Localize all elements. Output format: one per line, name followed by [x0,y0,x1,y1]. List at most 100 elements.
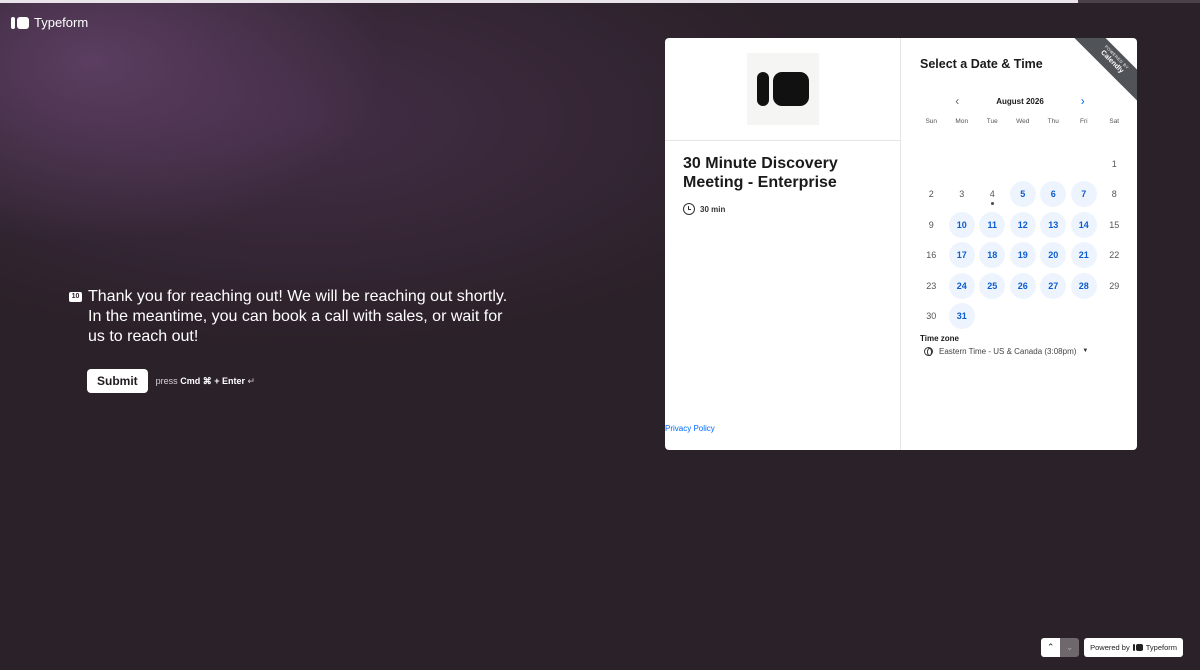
available-day[interactable]: 28 [1069,271,1100,302]
clock-icon [683,203,695,215]
unavailable-day: 8 [1099,179,1130,210]
available-day[interactable]: 10 [947,210,978,241]
day-number: 19 [1009,242,1036,269]
event-details-panel: 30 Minute Discovery Meeting - Enterprise… [665,38,901,450]
previous-month-icon[interactable]: ‹ [950,94,964,108]
available-day[interactable]: 31 [947,301,978,332]
day-number: 22 [1109,250,1120,261]
day-number: 15 [1109,219,1120,230]
unavailable-day: 30 [916,301,947,332]
calendly-widget: 30 Minute Discovery Meeting - Enterprise… [665,38,1137,450]
available-day[interactable]: 17 [947,240,978,271]
available-day[interactable]: 5 [1008,179,1039,210]
brand-name: Typeform [34,15,89,30]
available-day[interactable]: 11 [977,210,1008,241]
company-logo-icon [746,53,819,125]
available-day[interactable]: 26 [1008,271,1039,302]
day-number: 4 [989,189,995,200]
unavailable-day: 9 [916,210,947,241]
weekday-header: Fri [1079,118,1088,125]
day-number: 10 [948,211,975,238]
day-number: 14 [1070,211,1097,238]
day-number: 8 [1111,189,1117,200]
event-duration: 30 min [683,203,882,215]
day-number: 23 [926,280,937,291]
weekday-header: Mon [955,118,969,125]
day-number: 9 [928,219,934,230]
day-number: 30 [926,311,937,322]
month-label: August 2026 [996,96,1044,106]
weekday-header: Thu [1047,118,1059,125]
day-number: 24 [948,272,975,299]
empty-day-cell [1038,149,1069,180]
empty-day-cell [916,149,947,180]
unavailable-day: 22 [1099,240,1130,271]
available-day[interactable]: 13 [1038,210,1069,241]
day-number: 28 [1070,272,1097,299]
typeform-logo-icon [11,16,29,29]
available-day[interactable]: 7 [1069,179,1100,210]
unavailable-day: 4 [977,179,1008,210]
globe-icon [924,346,933,357]
available-day[interactable]: 25 [977,271,1008,302]
day-number: 20 [1040,242,1067,269]
day-number: 31 [948,303,975,330]
day-number: 25 [979,272,1006,299]
weekday-header: Sun [925,118,938,125]
typeform-logo[interactable]: Typeform [11,15,88,30]
day-number: 27 [1040,272,1067,299]
available-day[interactable]: 6 [1038,179,1069,210]
day-number: 26 [1009,272,1036,299]
weekday-header: Tue [986,118,998,125]
privacy-policy-link[interactable]: Privacy Policy [665,424,715,433]
day-number: 12 [1009,211,1036,238]
weekday-header: Sat [1109,118,1120,125]
empty-day-cell [1008,149,1039,180]
available-day[interactable]: 14 [1069,210,1100,241]
calendar-grid: Sun Mon Tue Wed Thu Fri Sat 1 2 3 4 5 6 7 8 9 10 11 12 13 14… [916,118,1137,332]
weekday-header: Wed [1016,118,1030,125]
available-day[interactable]: 27 [1038,271,1069,302]
unavailable-day: 3 [947,179,978,210]
next-question-button[interactable]: ⌄ [1060,638,1080,657]
day-number: 11 [979,211,1006,238]
unavailable-day: 15 [1099,210,1130,241]
hint-keys: Cmd ⌘ + Enter [180,375,245,386]
empty-day-cell [977,149,1008,180]
empty-day-cell [1069,149,1100,180]
day-number: 21 [1070,242,1097,269]
duration-label: 30 min [700,204,726,214]
company-logo-area [665,38,900,141]
ribbon-small-text: POWERED BY [1103,43,1131,71]
day-number: 2 [928,189,934,200]
day-number: 18 [979,242,1006,269]
day-number: 16 [926,250,937,261]
progress-bar-fill [0,0,1078,3]
day-number: 13 [1040,211,1067,238]
powered-by-typeform-button[interactable]: Powered by Typeform [1084,638,1183,657]
previous-question-button[interactable]: ⌃ [1041,638,1061,657]
timezone-select[interactable]: Eastern Time - US & Canada (3:08pm) ▼ [920,346,1137,357]
day-number: 3 [959,189,965,200]
available-day[interactable]: 21 [1069,240,1100,271]
event-title: 30 Minute Discovery Meeting - Enterprise [683,155,838,191]
powered-prefix: Powered by [1090,643,1130,652]
powered-brand: Typeform [1145,643,1177,652]
typeform-mini-logo-icon [1132,644,1143,651]
hint-prefix: press [155,375,178,386]
footer-controls: ⌃ ⌄ Powered by Typeform [1041,638,1183,657]
question-number-badge: 10 [69,292,82,302]
powered-by-calendly-ribbon[interactable]: POWERED BY Calendly [1073,38,1137,102]
question-text: Thank you for reaching out! We will be r… [88,288,508,345]
available-day[interactable]: 24 [947,271,978,302]
day-number: 7 [1070,181,1097,208]
available-day[interactable]: 18 [977,240,1008,271]
unavailable-day: 16 [916,240,947,271]
submit-button[interactable]: Submit [87,369,148,393]
available-day[interactable]: 12 [1008,210,1039,241]
timezone-value: Eastern Time - US & Canada (3:08pm) [939,346,1077,356]
available-day[interactable]: 19 [1008,240,1039,271]
caret-down-icon: ▼ [1082,348,1089,354]
available-day[interactable]: 20 [1038,240,1069,271]
question-block: 10 Thank you for reaching out! We will b… [69,287,509,347]
